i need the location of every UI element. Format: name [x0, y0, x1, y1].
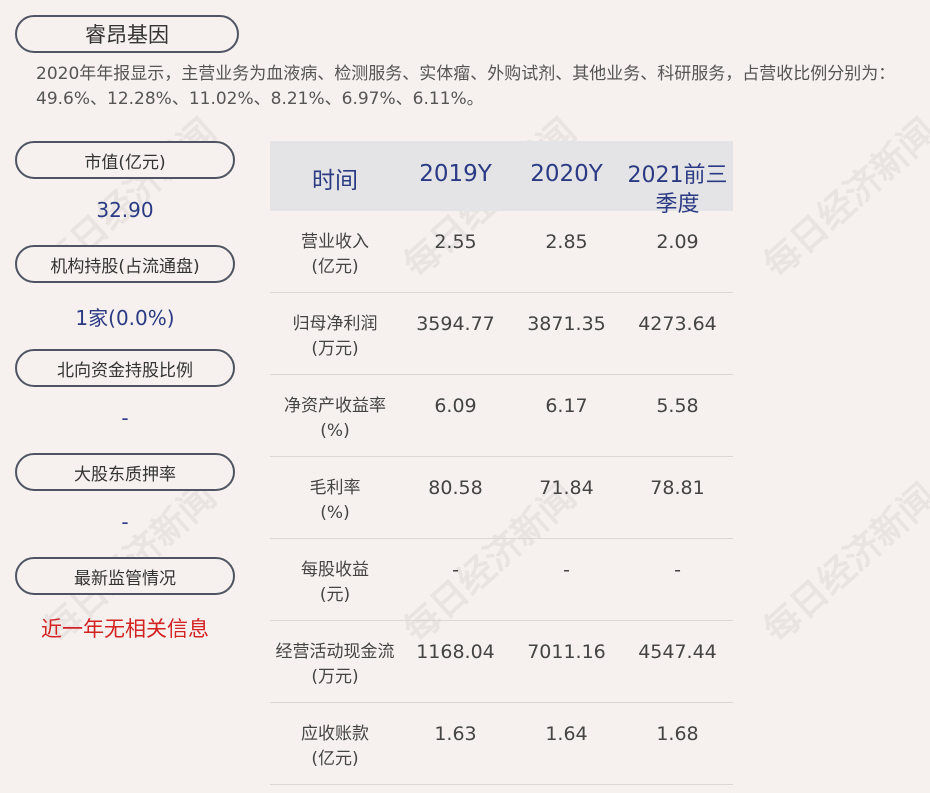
table-row: 净资产收益率 (%) 6.09 6.17 5.58 [270, 375, 733, 457]
company-name-badge: 睿昂基因 [15, 15, 239, 53]
table-row: 营业收入 (亿元) 2.55 2.85 2.09 [270, 211, 733, 293]
cell-value: - [563, 559, 570, 581]
table-row: 毛利率 (%) 80.58 71.84 78.81 [270, 457, 733, 539]
cell-value: 1.64 [545, 723, 588, 745]
cell-value: 1.63 [434, 723, 477, 745]
table-row: 应收账款 (亿元) 1.63 1.64 1.68 [270, 703, 733, 785]
cell-value: - [674, 559, 681, 581]
table-header: 时间 2019Y 2020Y 2021前三季度 [270, 141, 733, 217]
cell-value: 5.58 [656, 395, 699, 417]
header-2020: 2020Y [530, 161, 603, 187]
cell-value: 2.55 [434, 231, 477, 253]
business-intro-text: 2020年年报显示，主营业务为血液病、检测服务、实体瘤、外购试剂、其他业务、科研… [36, 64, 896, 109]
cell-value: - [452, 559, 459, 581]
regulatory-status-value: 近一年无相关信息 [41, 617, 209, 641]
row-label: 应收账款 (亿元) [301, 724, 369, 769]
cell-value: 4547.44 [638, 641, 717, 663]
row-label: 经营活动现金流 (万元) [275, 642, 395, 687]
market-cap-value: 32.90 [96, 198, 154, 222]
cell-value: 4273.64 [638, 313, 717, 335]
header-2019: 2019Y [419, 161, 492, 187]
cell-value: 78.81 [650, 477, 705, 499]
financial-table: 时间 2019Y 2020Y 2021前三季度 营业收入 (亿元) 2.55 2.… [270, 141, 733, 785]
cell-value: 80.58 [428, 477, 483, 499]
institutional-holding-value: 1家(0.0%) [75, 306, 175, 330]
pledge-ratio-value: - [121, 510, 129, 534]
row-label: 净资产收益率 (%) [284, 396, 386, 441]
header-time: 时间 [312, 168, 358, 194]
row-label: 归母净利润 (万元) [292, 314, 378, 359]
cell-value: 1168.04 [416, 641, 495, 663]
table-row: 归母净利润 (万元) 3594.77 3871.35 4273.64 [270, 293, 733, 375]
pledge-ratio-label: 大股东质押率 [15, 453, 235, 491]
cell-value: 6.09 [434, 395, 477, 417]
northbound-holding-value: - [121, 406, 129, 430]
cell-value: 3871.35 [527, 313, 606, 335]
row-label: 毛利率 (%) [309, 478, 361, 523]
institutional-holding-label: 机构持股(占流通盘) [15, 245, 235, 283]
watermark: 每日经济新闻 [756, 111, 930, 287]
table-row: 每股收益 (元) - - - [270, 539, 733, 621]
row-label: 营业收入 (亿元) [301, 232, 369, 277]
cell-value: 71.84 [539, 477, 594, 499]
row-label: 每股收益 (元) [301, 560, 369, 605]
cell-value: 1.68 [656, 723, 699, 745]
cell-value: 2.85 [545, 231, 588, 253]
cell-value: 2.09 [656, 231, 699, 253]
cell-value: 6.17 [545, 395, 588, 417]
watermark: 每日经济新闻 [756, 476, 930, 652]
market-cap-label: 市值(亿元) [15, 141, 235, 179]
regulatory-status-label: 最新监管情况 [15, 557, 235, 595]
northbound-holding-label: 北向资金持股比例 [15, 349, 235, 387]
cell-value: 7011.16 [527, 641, 606, 663]
table-row: 经营活动现金流 (万元) 1168.04 7011.16 4547.44 [270, 621, 733, 703]
cell-value: 3594.77 [416, 313, 495, 335]
